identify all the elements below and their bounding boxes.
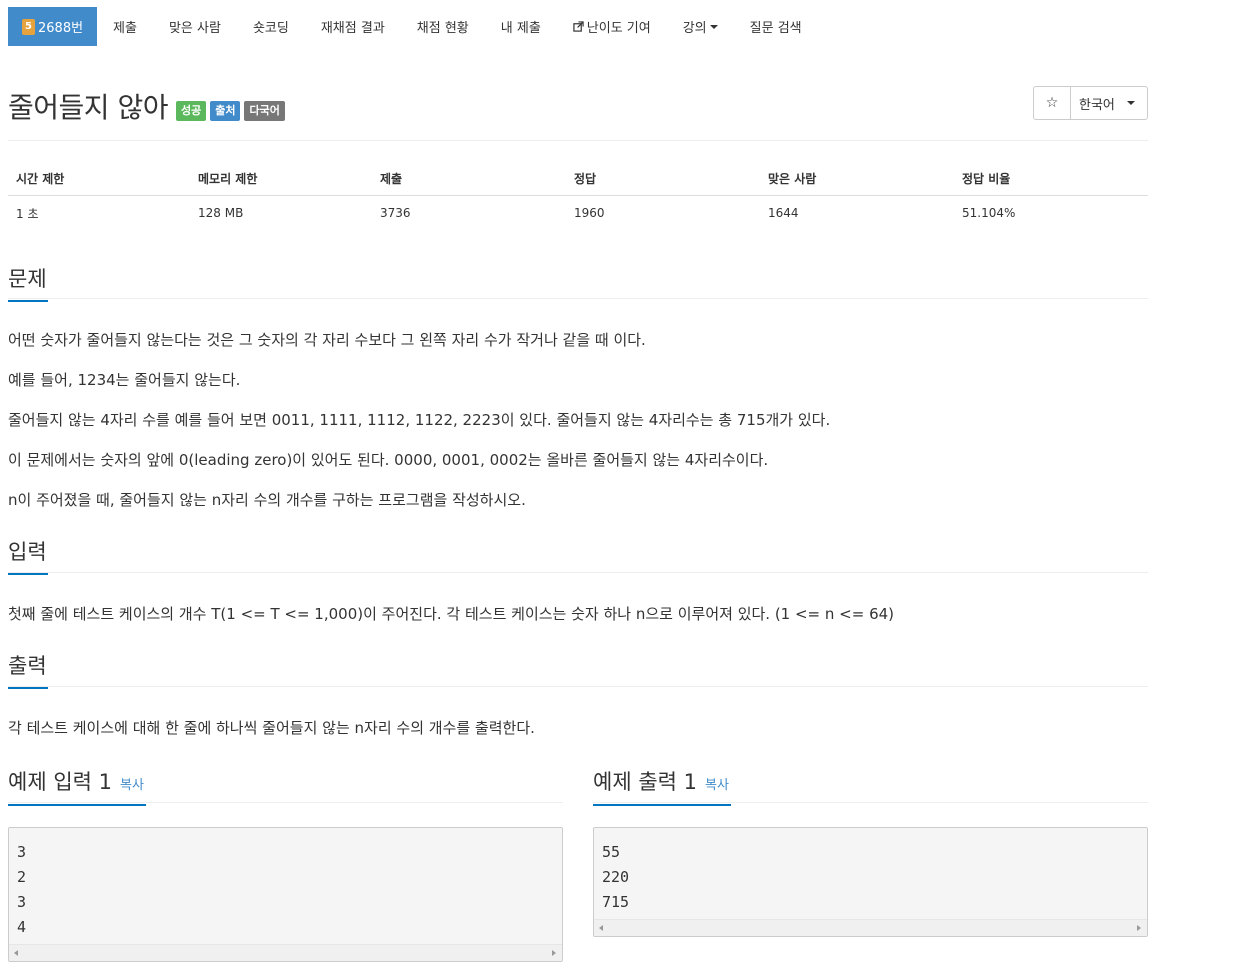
nav-short-coding[interactable]: 숏코딩 xyxy=(237,7,305,46)
header-accepted: 정답 xyxy=(566,162,760,196)
sample-input-box[interactable]: 3 2 3 4 xyxy=(8,827,563,962)
problem-paragraph: 어떤 숫자가 줄어들지 않는다는 것은 그 숫자의 각 자리 수보다 그 왼쪽 … xyxy=(8,331,646,349)
table-header-row: 시간 제한 메모리 제한 제출 정답 맞은 사람 정답 비율 xyxy=(8,162,1148,196)
output-description: 각 테스트 케이스에 대해 한 줄에 하나씩 줄어들지 않는 n자리 수의 개수… xyxy=(8,719,535,737)
problem-paragraph: 줄어들지 않는 4자리 수를 예를 들어 보면 0011, 1111, 1112… xyxy=(8,411,831,429)
sample-output-text[interactable]: 55 220 715 xyxy=(602,840,629,915)
nav-status[interactable]: 채점 현황 xyxy=(401,7,485,46)
section-divider xyxy=(8,802,563,803)
header-submissions: 제출 xyxy=(372,162,566,196)
copy-sample-output-link[interactable]: 복사 xyxy=(705,778,729,793)
solved-badge: 성공 xyxy=(175,101,207,121)
header-time-limit: 시간 제한 xyxy=(8,162,190,196)
nav-lectures-label: 강의 xyxy=(682,21,707,36)
header-correct-users: 맞은 사람 xyxy=(760,162,954,196)
problem-menu: 5 2688번 제출 맞은 사람 숏코딩 재채점 결과 채점 현황 내 제출 난… xyxy=(8,7,818,46)
heading-underline xyxy=(8,804,146,806)
chevron-down-icon xyxy=(709,24,718,29)
favorite-button[interactable]: ☆ xyxy=(1033,86,1071,120)
page-title-row: 줄어들지 않아 성공 출처 다국어 xyxy=(8,86,285,126)
nav-problem-number[interactable]: 5 2688번 xyxy=(8,7,98,46)
correct-users-value: 1644 xyxy=(768,206,799,221)
title-divider xyxy=(8,140,1148,141)
nav-question-search[interactable]: 질문 검색 xyxy=(734,7,818,46)
language-select[interactable]: 한국어 xyxy=(1071,86,1148,120)
nav-submit[interactable]: 제출 xyxy=(97,7,153,46)
output-heading: 출력 xyxy=(8,650,48,689)
section-divider xyxy=(593,802,1148,803)
sample-output-heading-text: 예제 출력 1 xyxy=(593,770,697,794)
section-divider xyxy=(8,686,1148,687)
problem-paragraph: 예를 들어, 1234는 줄어들지 않는다. xyxy=(8,371,241,389)
scroll-right-icon[interactable] xyxy=(552,950,556,956)
problem-heading-text: 문제 xyxy=(8,267,47,291)
submissions-value: 3736 xyxy=(380,206,411,221)
sample-input-heading: 예제 입력 1 복사 xyxy=(8,766,146,806)
output-heading-text: 출력 xyxy=(8,654,47,678)
chevron-down-icon xyxy=(1126,101,1135,105)
horizontal-scrollbar[interactable] xyxy=(9,944,562,961)
header-memory-limit: 메모리 제한 xyxy=(190,162,372,196)
scroll-left-icon[interactable] xyxy=(599,925,603,931)
external-link-icon xyxy=(573,21,584,32)
problem-paragraph: 이 문제에서는 숫자의 앞에 0(leading zero)이 있어도 된다. … xyxy=(8,451,769,469)
input-heading-text: 입력 xyxy=(8,540,47,564)
section-divider xyxy=(8,572,1148,573)
nav-my-submissions[interactable]: 내 제출 xyxy=(485,7,557,46)
accepted-value: 1960 xyxy=(574,206,605,221)
heading-underline xyxy=(593,804,731,806)
heading-underline xyxy=(8,300,48,302)
horizontal-scrollbar[interactable] xyxy=(594,919,1147,936)
heading-underline xyxy=(8,687,48,689)
input-description: 첫째 줄에 테스트 케이스의 개수 T(1 <= T <= 1,000)이 주어… xyxy=(8,605,895,623)
time-limit-value: 1 초 xyxy=(16,206,39,221)
nav-rejudge-results[interactable]: 재채점 결과 xyxy=(305,7,401,46)
table-row: 1 초 128 MB 3736 1960 1644 51.104% xyxy=(8,195,1148,231)
heading-underline xyxy=(8,573,48,575)
problem-paragraph: n이 주어졌을 때, 줄어들지 않는 n자리 수의 개수를 구하는 프로그램을 … xyxy=(8,491,526,509)
source-badge[interactable]: 출처 xyxy=(210,101,241,121)
nav-correct-users[interactable]: 맞은 사람 xyxy=(153,7,237,46)
nav-difficulty-contribution-label: 난이도 기여 xyxy=(586,21,651,36)
scroll-right-icon[interactable] xyxy=(1137,925,1141,931)
language-select-value: 한국어 xyxy=(1079,97,1115,113)
page-title: 줄어들지 않아 xyxy=(8,91,168,124)
nav-difficulty-contribution[interactable]: 난이도 기여 xyxy=(557,7,667,46)
sample-input-text[interactable]: 3 2 3 4 xyxy=(17,840,26,940)
scroll-left-icon[interactable] xyxy=(14,950,18,956)
header-accept-ratio: 정답 비율 xyxy=(954,162,1148,196)
copy-sample-input-link[interactable]: 복사 xyxy=(120,778,144,793)
memory-limit-value: 128 MB xyxy=(198,206,244,221)
section-divider xyxy=(8,298,1148,299)
title-tools: ☆ 한국어 xyxy=(1033,86,1148,120)
accept-ratio-value: 51.104% xyxy=(962,206,1016,221)
star-icon: ☆ xyxy=(1045,95,1059,111)
sample-output-box[interactable]: 55 220 715 xyxy=(593,827,1148,937)
nav-problem-number-label: 2688번 xyxy=(38,21,84,36)
input-heading: 입력 xyxy=(8,536,48,575)
tier-badge-icon: 5 xyxy=(22,18,35,35)
nav-lectures-dropdown[interactable]: 강의 xyxy=(667,7,734,46)
multilingual-badge: 다국어 xyxy=(244,101,285,121)
sample-output-heading: 예제 출력 1 복사 xyxy=(593,766,731,806)
problem-heading: 문제 xyxy=(8,263,48,302)
problem-info-table: 시간 제한 메모리 제한 제출 정답 맞은 사람 정답 비율 1 초 128 M… xyxy=(8,162,1148,231)
sample-input-heading-text: 예제 입력 1 xyxy=(8,770,112,794)
